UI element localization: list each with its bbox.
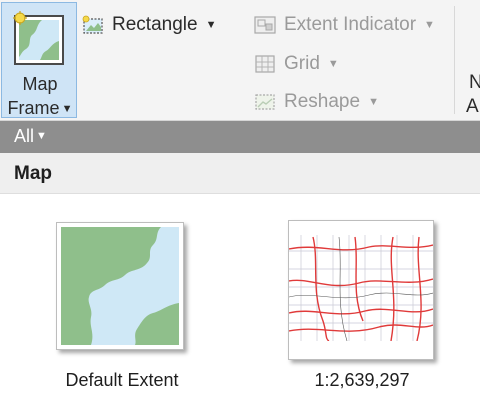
gallery-item-scale-extent[interactable] — [288, 220, 434, 360]
reshape-button[interactable]: Reshape ▼ — [254, 91, 379, 113]
gallery-section-header: Map — [0, 153, 480, 194]
grid-button[interactable]: Grid ▼ — [254, 53, 339, 75]
clipped-ribbon-label-2: A — [466, 96, 479, 117]
extent-indicator-button[interactable]: Extent Indicator ▼ — [254, 14, 435, 36]
reshape-icon — [255, 94, 275, 110]
map-frame-button[interactable]: Map Frame ▼ — [1, 2, 77, 118]
extent-indicator-label: Extent Indicator — [284, 14, 417, 35]
extent-indicator-icon — [254, 16, 276, 34]
filter-selected-value: All — [14, 126, 35, 146]
gallery-item-default-extent[interactable] — [56, 222, 184, 350]
chevron-down-icon[interactable]: ▼ — [328, 58, 339, 70]
gallery-item-caption: 1:2,639,297 — [314, 370, 410, 390]
map-frame-icon — [13, 11, 64, 65]
chevron-down-icon[interactable]: ▼ — [206, 19, 217, 31]
reshape-label: Reshape — [284, 91, 361, 112]
map-frame-label-line2: Frame ▼ — [7, 98, 73, 118]
ribbon: Map Frame ▼ Rectangle ▼ Extent Indicator … — [0, 0, 480, 121]
grid-label: Grid — [284, 53, 320, 74]
rectangle-button[interactable]: Rectangle ▼ — [82, 14, 216, 36]
gallery-item-caption: Default Extent — [65, 370, 179, 390]
rectangle-icon — [82, 15, 103, 34]
filter-dropdown[interactable]: All ▼ — [14, 126, 47, 147]
chevron-down-icon: ▼ — [61, 103, 73, 115]
chevron-down-icon[interactable]: ▼ — [368, 96, 379, 108]
chevron-down-icon: ▼ — [36, 130, 47, 142]
map-frame-label-line1: Map — [22, 74, 58, 94]
gallery-filter-bar: All ▼ — [0, 121, 480, 153]
default-extent-thumbnail — [61, 227, 179, 345]
grid-icon — [255, 55, 275, 73]
rectangle-label: Rectangle — [112, 14, 198, 35]
section-title: Map — [14, 163, 52, 184]
ribbon-group-divider — [454, 6, 455, 114]
scale-extent-thumbnail — [289, 221, 433, 359]
chevron-down-icon[interactable]: ▼ — [424, 19, 435, 31]
clipped-ribbon-label-1: N — [469, 72, 480, 93]
